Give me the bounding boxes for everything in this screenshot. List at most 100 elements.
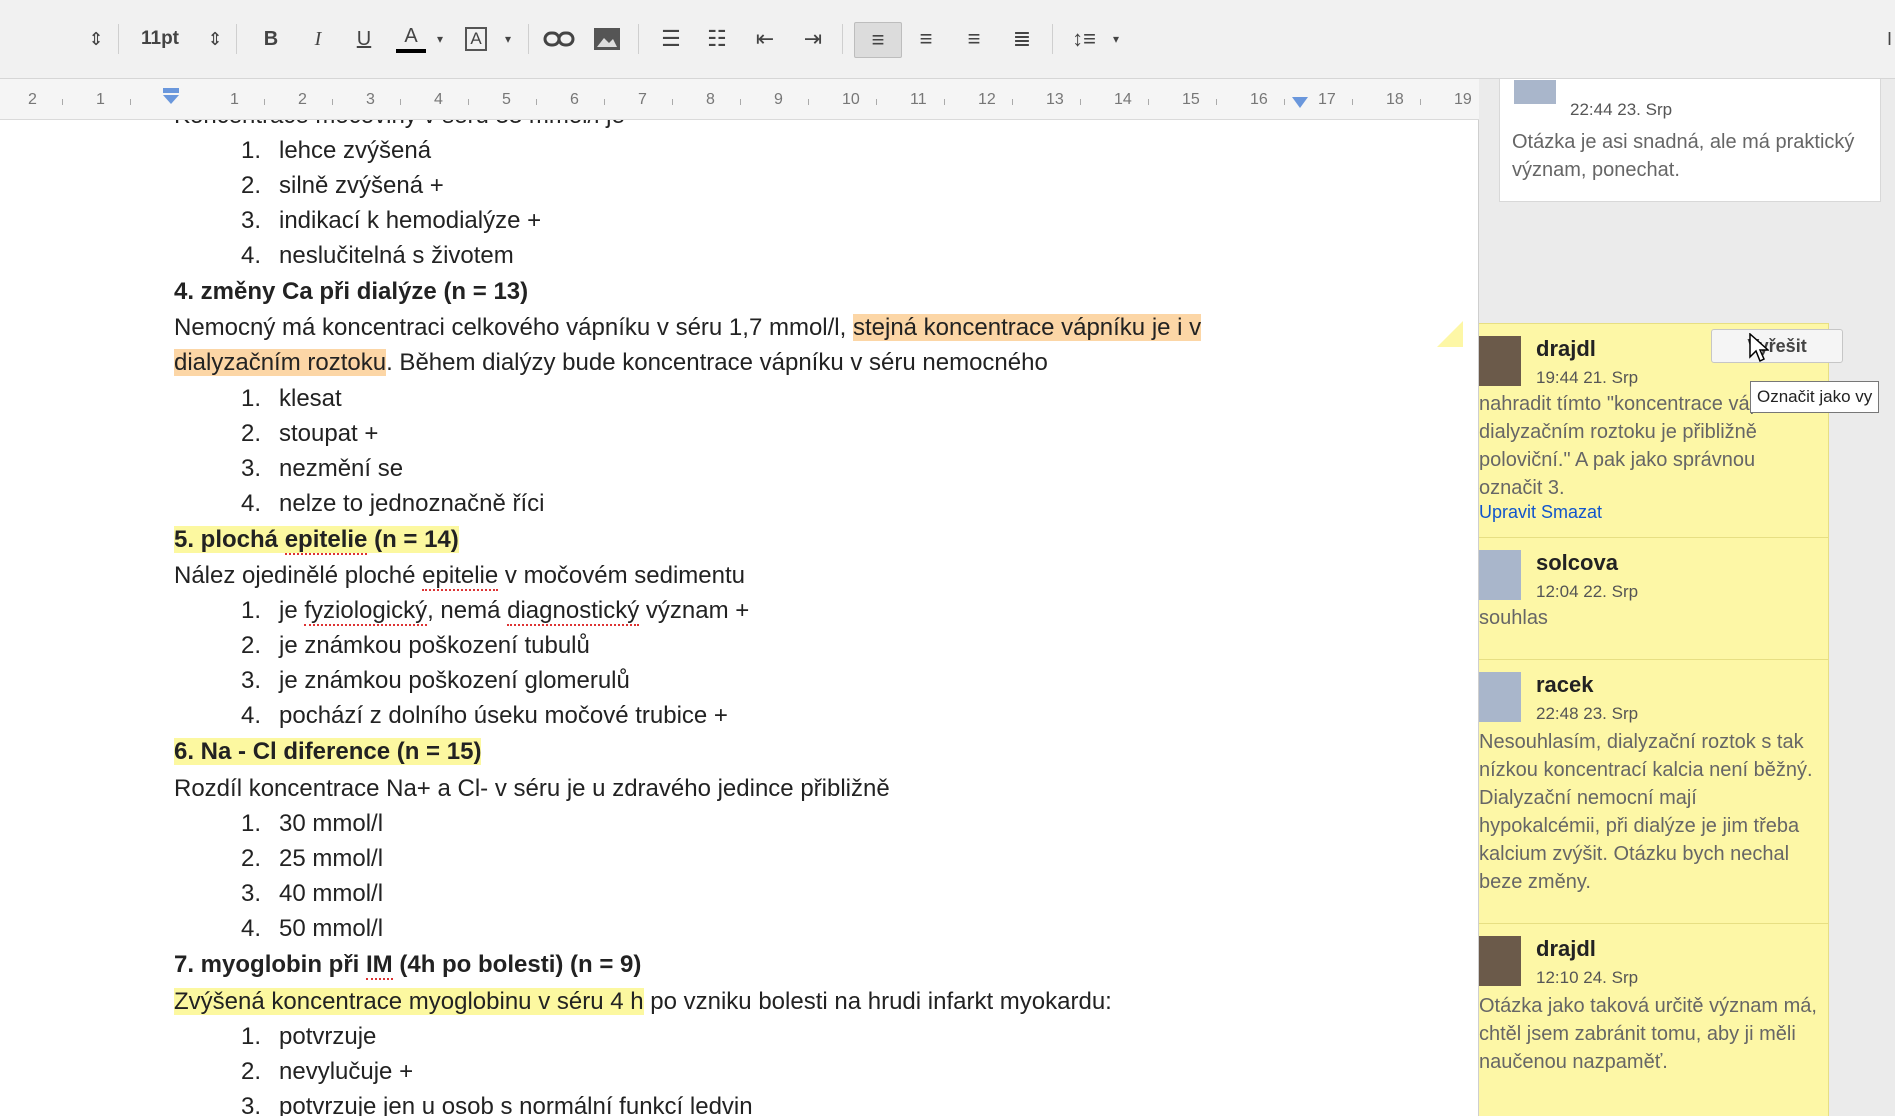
doc-text: 7. myoglobin při [174,951,367,978]
spelling-error[interactable]: fyziologický [304,597,428,626]
font-size-arrows-icon[interactable]: ⇕ [204,22,226,56]
ruler-tick-label: 13 [1046,91,1064,108]
list-number: 1. [240,1023,261,1050]
list-item: 4. pochází z dolního úseku močové trubice… [215,702,728,730]
comment-card[interactable]: 22:44 23. Srp Otázka je asi snadná, ale … [1499,79,1881,202]
ruler-tick-mark [62,99,63,105]
list-item: 4. 50 mmol/l [215,915,383,943]
ruler-tick-label: 3 [366,91,375,108]
chevron-down-icon[interactable]: ▾ [432,22,448,56]
image-icon [594,28,620,50]
ruler-tick-mark [1080,99,1081,105]
list-text: nelze to jednoznačně říci [279,490,545,517]
doc-text: v močovém sedimentu [498,562,745,589]
underline-button[interactable]: U [348,22,380,56]
comment-time: 12:04 22. Srp [1536,582,1639,601]
ruler-tick-label: 6 [570,91,579,108]
ruler[interactable]: 2 1 1 2 3 4 5 6 7 8 9 10 11 12 13 14 15 16 17 18 19 [0,79,1489,120]
highlight-color-button[interactable]: A [460,22,492,56]
comment-author: racek [1536,672,1594,697]
spelling-error[interactable]: epitelie [284,526,368,555]
list-item: 4. nelze to jednoznačně říci [215,490,545,518]
comment-time: 22:48 23. Srp [1536,704,1639,723]
avatar [1479,936,1521,986]
list-number: 3. [240,880,261,907]
align-right-icon[interactable]: ≡ [956,22,992,56]
align-center-icon[interactable]: ≡ [908,22,944,56]
ruler-tick-label: 2 [298,91,307,108]
line-spacing-icon[interactable]: ↕≡ [1066,22,1102,56]
increase-indent-icon[interactable]: ⇥ [796,22,830,56]
document-page[interactable]: Koncentrace močoviny v séru 33 mmol/l je… [0,120,1479,1116]
numbered-list-icon[interactable]: ☰ [654,22,688,56]
comment-author: solcova [1536,550,1618,575]
list-item: 1. lehce zvýšená [215,137,431,165]
list-item: 3. nezmění se [215,455,403,483]
list-number: 4. [240,490,261,517]
right-indent-icon[interactable] [1292,97,1308,109]
avatar [1514,80,1556,104]
doc-text: , nemá [427,597,508,624]
first-line-indent-icon[interactable] [162,87,180,105]
list-number: 3. [240,207,261,234]
list-item: 3. indikací k hemodialýze + [215,207,541,235]
commented-text[interactable]: dialyzačním roztoku [174,349,387,376]
spelling-error[interactable]: epitelie [422,562,499,591]
ruler-tick-mark [400,99,401,105]
font-size-select[interactable]: 11pt [130,22,190,56]
commented-text[interactable]: 6. Na - Cl diference (n = 15) [174,738,482,765]
link-icon [543,31,575,47]
doc-text: 5. plochá [174,526,285,553]
ruler-tick-mark [1148,99,1149,105]
link-button[interactable] [540,22,578,56]
list-item: 3. 40 mmol/l [215,880,383,908]
ruler-tick-label: 14 [1114,91,1132,108]
question-title: 6. Na - Cl diference (n = 15) [174,738,482,766]
spelling-error[interactable]: IM [366,951,393,980]
text-color-button[interactable]: A [392,22,430,56]
list-text: indikací k hemodialýze + [279,207,542,234]
comment-body: Otázka jako taková určitě význam má, cht… [1479,995,1817,1073]
comment-body: Nesouhlasím, dialyzační roztok s tak níz… [1479,731,1813,893]
align-left-icon[interactable]: ≡ [854,22,902,58]
toolbar-divider [118,24,119,54]
ruler-tick-mark [1284,99,1285,105]
resolve-button[interactable]: Vyřešit [1711,329,1843,363]
edit-link[interactable]: Upravit [1479,502,1536,522]
ruler-tick-label: 10 [842,91,860,108]
comment-author: drajdl [1536,336,1596,361]
ruler-tick-label: 1 [96,91,105,108]
commented-text[interactable]: 5. plochá epitelie (n = 14) [174,526,459,555]
bulleted-list-icon[interactable]: ☷ [700,22,734,56]
italic-button[interactable]: I [302,22,334,56]
doc-text: Nález ojedinělé ploché [174,562,423,589]
decrease-indent-icon[interactable]: ⇤ [748,22,782,56]
ruler-tick-mark [1352,99,1353,105]
delete-link[interactable]: Smazat [1541,502,1602,522]
list-text: lehce zvýšená [279,137,432,164]
ruler-tick-label: 9 [774,91,783,108]
chevron-down-icon[interactable]: ▾ [500,22,516,56]
font-stepper-arrows[interactable]: ⇕ [84,22,108,56]
ruler-tick-label: 1 [230,91,239,108]
list-text: potvrzuje jen u osob s normální funkcí l… [279,1093,753,1116]
ruler-tick-label: 18 [1386,91,1404,108]
commented-text[interactable]: stejná koncentrace vápníku je i v [852,314,1202,341]
ruler-tick-mark [944,99,945,105]
align-justify-icon[interactable]: ≣ [1004,22,1040,56]
comment-divider [1479,659,1828,660]
spelling-error[interactable]: diagnostický [507,597,640,626]
comment-time: 19:44 21. Srp [1536,368,1639,387]
ruler-tick-mark [740,99,741,105]
list-text: neslučitelná s životem [279,242,514,269]
list-item: 1. potvrzuje [215,1023,376,1051]
comment-thread[interactable]: Vyřešit drajdl 19:44 21. Srp nahradit tí… [1479,323,1843,1116]
list-number: 1. [240,137,261,164]
insert-image-button[interactable] [590,22,624,56]
ruler-tick-mark [1216,99,1217,105]
chevron-down-icon[interactable]: ▾ [1108,22,1124,56]
commented-text[interactable]: Zvýšená koncentrace myoglobinu v séru 4 … [174,988,644,1015]
question-title: 4. změny Ca při dialýze (n = 13) [174,278,529,305]
bold-button[interactable]: B [255,22,287,56]
doc-text: (n = 14) [367,526,459,553]
